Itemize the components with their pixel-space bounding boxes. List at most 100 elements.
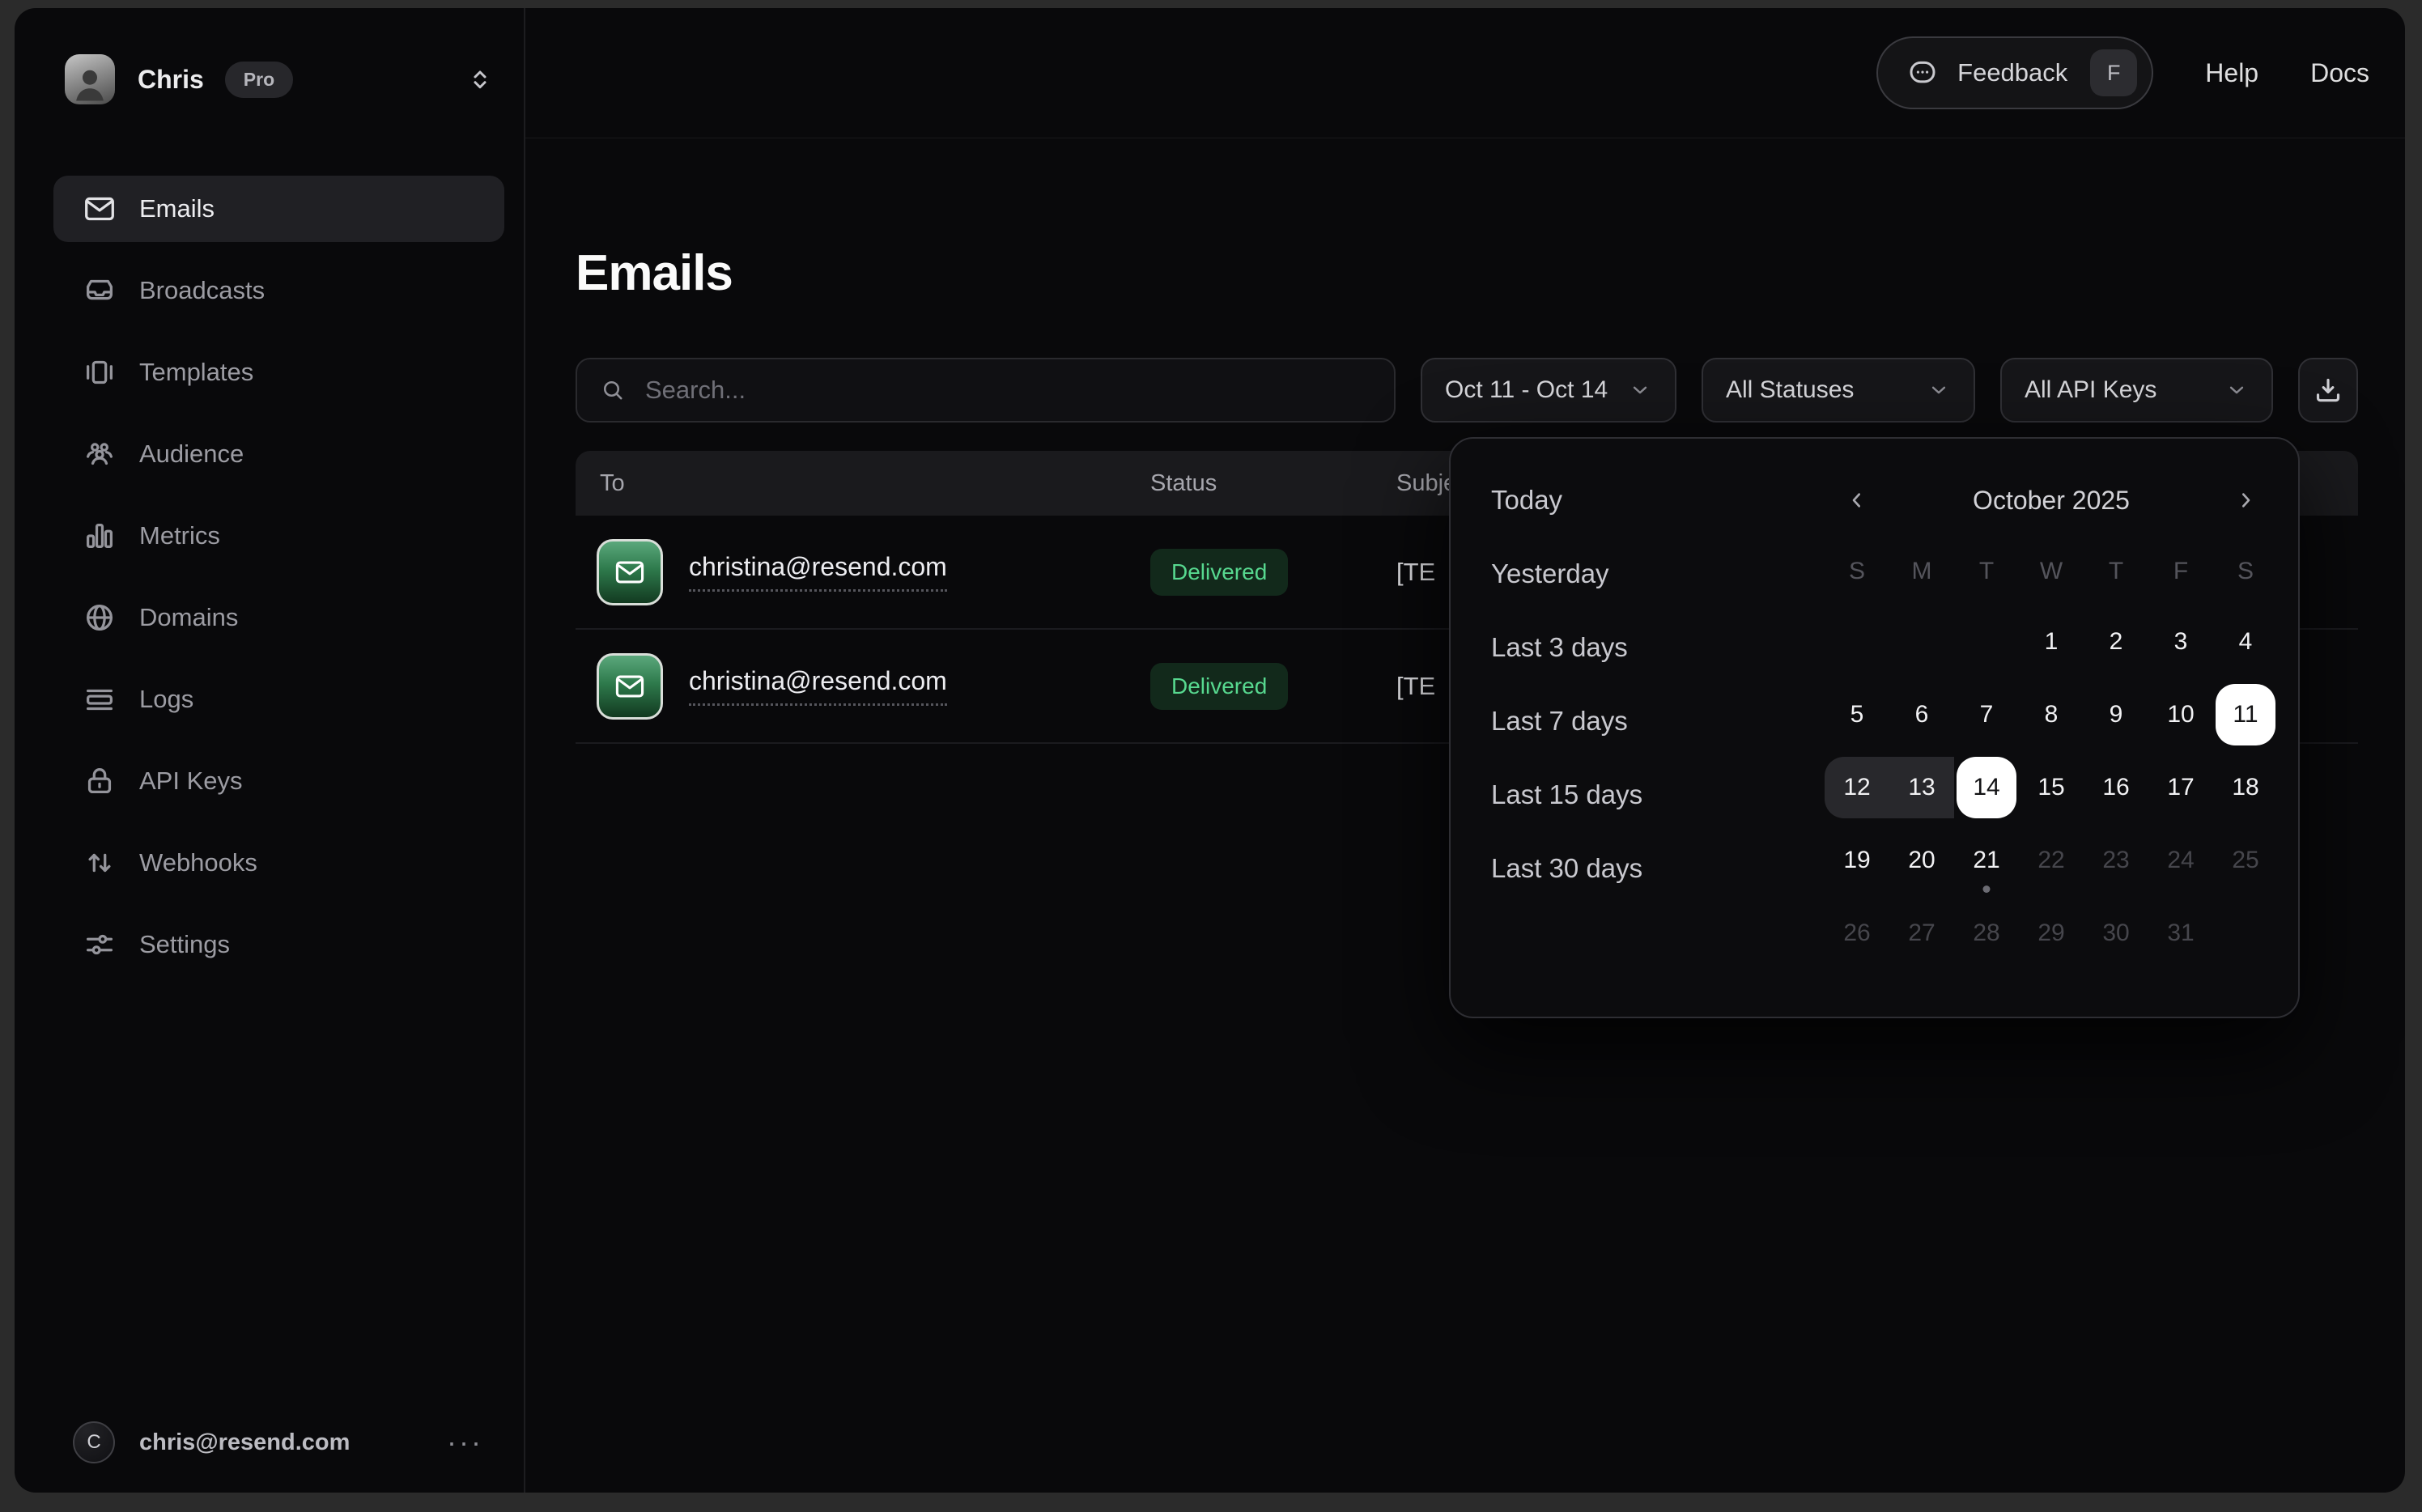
day-30: 30: [2084, 897, 2148, 970]
day-1[interactable]: 1: [2019, 605, 2084, 678]
feedback-button[interactable]: Feedback F: [1876, 36, 2153, 109]
calendar-month-label: October 2025: [1889, 486, 2213, 516]
to-cell: christina@resend.com: [576, 653, 1150, 720]
weekday-label: W: [2019, 537, 2084, 605]
day-15[interactable]: 15: [2019, 751, 2084, 824]
day-17[interactable]: 17: [2148, 751, 2213, 824]
day-26: 26: [1825, 897, 1889, 970]
recipient-email[interactable]: christina@resend.com: [689, 666, 947, 706]
sidebar-item-label: Logs: [139, 685, 193, 714]
search-box[interactable]: [576, 358, 1396, 423]
sidebar-item-audience[interactable]: Audience: [53, 421, 504, 487]
account-row[interactable]: C chris@resend.com ···: [15, 1404, 524, 1481]
day-7[interactable]: 7: [1954, 678, 2019, 751]
bar-chart-icon: [81, 517, 118, 554]
day-4[interactable]: 4: [2213, 605, 2278, 678]
day-25: 25: [2213, 824, 2278, 897]
sidebar-item-emails[interactable]: Emails: [53, 176, 504, 242]
sidebar-item-label: Templates: [139, 358, 253, 387]
sidebar-item-broadcasts[interactable]: Broadcasts: [53, 257, 504, 324]
preset-today[interactable]: Today: [1475, 463, 1783, 537]
chevron-left-icon: [1844, 487, 1870, 513]
previous-month-button[interactable]: [1825, 468, 1889, 533]
day-6[interactable]: 6: [1889, 678, 1954, 751]
inbox-icon: [81, 272, 118, 309]
day-20[interactable]: 20: [1889, 824, 1954, 897]
sidebar-item-domains[interactable]: Domains: [53, 584, 504, 651]
email-envelope-icon: [597, 539, 663, 605]
empty-day-cell: [1825, 605, 1889, 678]
email-envelope-icon: [597, 653, 663, 720]
chevron-up-down-icon: [465, 65, 495, 94]
day-3[interactable]: 3: [2148, 605, 2213, 678]
day-16[interactable]: 16: [2084, 751, 2148, 824]
day-12[interactable]: 12: [1825, 751, 1889, 824]
column-header-status: Status: [1150, 470, 1396, 497]
day-18[interactable]: 18: [2213, 751, 2278, 824]
day-5[interactable]: 5: [1825, 678, 1889, 751]
empty-day-cell: [1889, 605, 1954, 678]
day-22: 22: [2019, 824, 2084, 897]
arrows-up-down-icon: [81, 844, 118, 881]
status-badge: Delivered: [1150, 663, 1288, 710]
weekday-label: S: [2213, 537, 2278, 605]
preset-yesterday[interactable]: Yesterday: [1475, 537, 1783, 610]
api-key-filter[interactable]: All API Keys: [2000, 358, 2273, 423]
day-24: 24: [2148, 824, 2213, 897]
day-21[interactable]: 21: [1954, 824, 2019, 897]
sidebar-item-webhooks[interactable]: Webhooks: [53, 830, 504, 896]
day-13[interactable]: 13: [1889, 751, 1954, 824]
ellipsis-icon[interactable]: ···: [447, 1434, 483, 1450]
sidebar-item-metrics[interactable]: Metrics: [53, 503, 504, 569]
chevron-right-icon: [2233, 487, 2258, 513]
account-email: chris@resend.com: [139, 1429, 350, 1456]
day-11[interactable]: 11: [2213, 678, 2278, 751]
topbar: Feedback F Help Docs: [525, 8, 2405, 138]
sidebar-item-label: Webhooks: [139, 848, 257, 877]
export-button[interactable]: [2298, 358, 2358, 423]
recipient-email[interactable]: christina@resend.com: [689, 552, 947, 592]
day-8[interactable]: 8: [2019, 678, 2084, 751]
chevron-down-icon: [2224, 378, 2249, 402]
day-10[interactable]: 10: [2148, 678, 2213, 751]
docs-link[interactable]: Docs: [2310, 58, 2369, 88]
search-input[interactable]: [644, 375, 1373, 406]
empty-day-cell: [1954, 605, 2019, 678]
date-range-filter[interactable]: Oct 11 - Oct 14: [1421, 358, 1676, 423]
chevron-down-icon: [1927, 378, 1951, 402]
sidebar-item-settings[interactable]: Settings: [53, 911, 504, 978]
day-2[interactable]: 2: [2084, 605, 2148, 678]
sidebar-nav: Emails Broadcasts Templates Audience Metrics…: [53, 176, 504, 993]
status-filter[interactable]: All Statuses: [1702, 358, 1975, 423]
sidebar-item-label: Domains: [139, 603, 238, 632]
sidebar-item-label: Audience: [139, 440, 244, 469]
date-presets: TodayYesterdayLast 3 daysLast 7 daysLast…: [1475, 463, 1783, 905]
chevron-down-icon: [1628, 378, 1652, 402]
day-9[interactable]: 9: [2084, 678, 2148, 751]
main-content: Feedback F Help Docs Emails Oct 11 - Oct…: [525, 8, 2405, 1493]
workspace-name: Chris: [138, 65, 204, 95]
workspace-switcher[interactable]: Chris Pro: [65, 52, 495, 107]
preset-last-15-days[interactable]: Last 15 days: [1475, 758, 1783, 831]
preset-last-30-days[interactable]: Last 30 days: [1475, 831, 1783, 905]
help-link[interactable]: Help: [2205, 58, 2258, 88]
chat-bubble-icon: [1906, 56, 1940, 90]
sidebar-item-templates[interactable]: Templates: [53, 339, 504, 406]
day-19[interactable]: 19: [1825, 824, 1889, 897]
weekday-row: SMTWTFS: [1825, 537, 2278, 605]
sidebar-item-label: Metrics: [139, 521, 220, 550]
sidebar-item-label: API Keys: [139, 767, 243, 796]
today-dot: [1983, 886, 1991, 893]
sidebar-item-label: Broadcasts: [139, 276, 265, 305]
sliders-icon: [81, 926, 118, 963]
desktop: { "sidebar": { "workspace": { "name": "C…: [0, 0, 2422, 1512]
date-picker-popover: TodayYesterdayLast 3 daysLast 7 daysLast…: [1449, 437, 2300, 1018]
sidebar-item-api-keys[interactable]: API Keys: [53, 748, 504, 814]
day-14[interactable]: 14: [1954, 751, 2019, 824]
preset-last-3-days[interactable]: Last 3 days: [1475, 610, 1783, 684]
next-month-button[interactable]: [2213, 468, 2278, 533]
sidebar-item-logs[interactable]: Logs: [53, 666, 504, 733]
api-key-filter-value: All API Keys: [2025, 376, 2156, 404]
feedback-shortcut-key: F: [2090, 49, 2137, 96]
preset-last-7-days[interactable]: Last 7 days: [1475, 684, 1783, 758]
